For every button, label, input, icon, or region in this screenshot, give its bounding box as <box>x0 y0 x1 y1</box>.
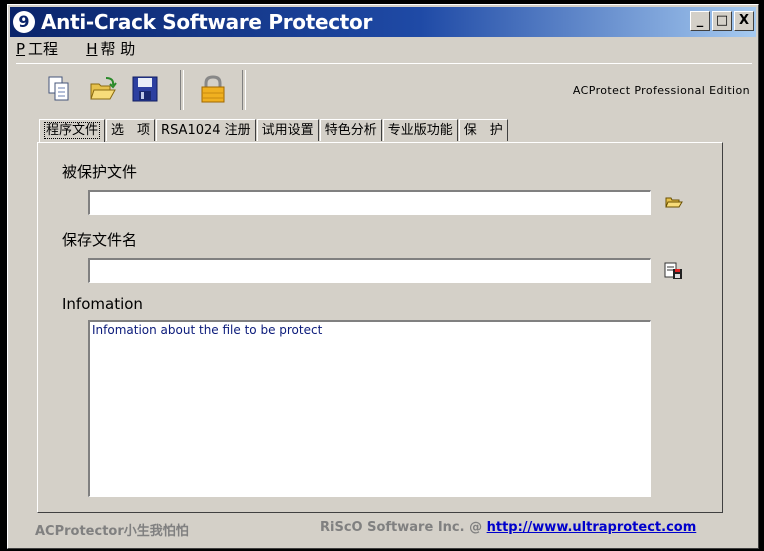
tab-options[interactable]: 选 项 <box>106 119 156 141</box>
tab-trial-settings[interactable]: 试用设置 <box>256 119 319 141</box>
website-link[interactable]: http://www.ultraprotect.com <box>487 520 697 535</box>
protected-file-label: 被保护文件 <box>62 163 138 181</box>
close-button[interactable]: X <box>734 11 754 31</box>
menu-project[interactable]: P 工程 <box>16 37 58 61</box>
save-as-icon[interactable] <box>664 262 684 280</box>
tab-program-file-label: 程序文件 <box>44 122 101 139</box>
toolbar-separator <box>180 70 184 110</box>
footer-credit: ACProtector小生我怕怕 <box>35 524 189 539</box>
app-icon[interactable]: 9 <box>13 11 35 33</box>
menu-project-label: 工程 <box>28 40 59 58</box>
info-label: Infomation <box>62 295 143 313</box>
tab-feature-analysis[interactable]: 特色分析 <box>319 119 382 141</box>
window-title: Anti-Crack Software Protector <box>41 10 373 34</box>
menu-project-key: P <box>16 40 26 58</box>
save-file-input[interactable] <box>88 258 651 283</box>
tab-professional[interactable]: 专业版功能 <box>382 119 458 141</box>
menu-help[interactable]: H帮 助 <box>86 37 135 61</box>
save-icon[interactable] <box>130 74 160 104</box>
title-bar[interactable]: 9 Anti-Crack Software Protector _ □ X <box>10 7 756 37</box>
toolbar-separator <box>242 70 246 110</box>
footer-company: RiScO Software Inc. @ http://www.ultrapr… <box>320 520 696 535</box>
app-window: 9 Anti-Crack Software Protector _ □ X P工… <box>7 4 759 549</box>
tab-rsa1024[interactable]: RSA1024 注册 <box>156 119 256 141</box>
save-file-label: 保存文件名 <box>62 231 138 249</box>
maximize-button[interactable]: □ <box>712 11 732 31</box>
info-textarea[interactable]: Infomation about the file to be protect <box>88 320 651 497</box>
menu-bar: P 工程 H帮 助 <box>16 37 159 61</box>
tab-strip: 程序文件选 项 RSA1024 注册 试用设置 特色分析 专业版功能保 护 <box>39 119 509 143</box>
protected-file-input[interactable] <box>88 190 651 215</box>
menu-help-key: H <box>86 40 98 58</box>
open-folder-icon[interactable] <box>88 74 118 104</box>
tab-program-file[interactable]: 程序文件 <box>39 119 106 143</box>
browse-folder-icon[interactable] <box>664 193 684 211</box>
minimize-button[interactable]: _ <box>690 11 710 31</box>
tab-protect[interactable]: 保 护 <box>458 119 508 141</box>
tab-panel: 被保护文件 保存文件名 Infomation Infomation about … <box>37 142 723 513</box>
toolbar: ACProtect Professional Edition <box>16 63 752 114</box>
lock-icon[interactable] <box>198 74 228 104</box>
edition-label: ACProtect Professional Edition <box>572 84 750 97</box>
footer-company-text: RiScO Software Inc. @ <box>320 520 487 535</box>
menu-help-label: 帮 助 <box>100 40 136 58</box>
copy-icon[interactable] <box>44 74 74 104</box>
